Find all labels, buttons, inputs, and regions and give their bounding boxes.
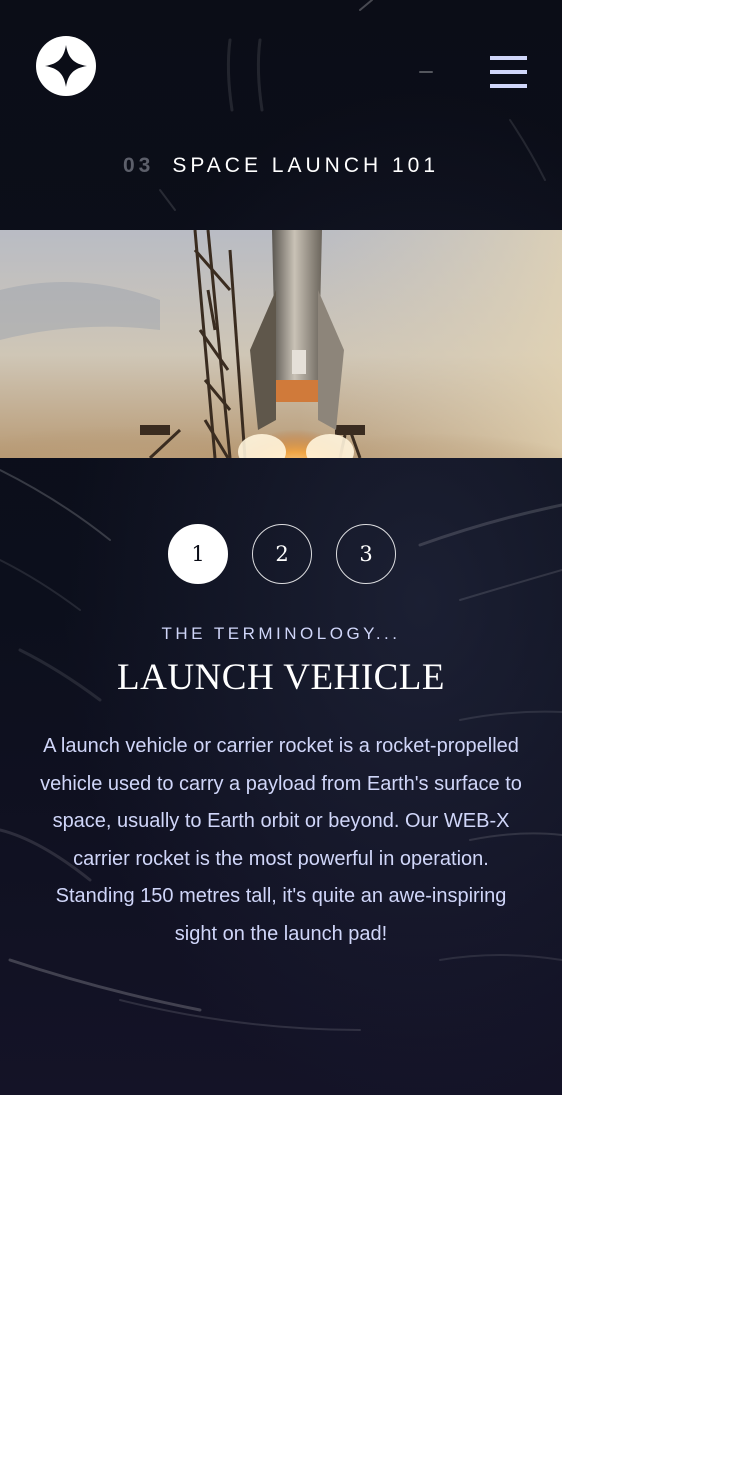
- slide-pager: 1 2 3: [168, 524, 396, 584]
- page-heading: 03 SPACE LAUNCH 101: [0, 154, 562, 178]
- technology-description: A launch vehicle or carrier rocket is a …: [40, 735, 522, 945]
- star-logo-icon[interactable]: [36, 36, 96, 96]
- menu-bar: [490, 84, 527, 88]
- page-heading-label: SPACE LAUNCH 101: [172, 154, 440, 177]
- page-number: 03: [122, 154, 155, 177]
- menu-bar: [490, 56, 527, 60]
- technology-page: 03 SPACE LAUNCH 101 1 2 3 THE TERMINOLOG…: [0, 0, 562, 1095]
- pager-button-2[interactable]: 2: [252, 524, 312, 584]
- pager-button-3[interactable]: 3: [336, 524, 396, 584]
- terminology-eyebrow: THE TERMINOLOGY...: [161, 624, 401, 643]
- technology-title: LAUNCH VEHICLE: [117, 657, 445, 698]
- rocket-launch-image: [0, 230, 562, 458]
- menu-bar: [490, 70, 527, 74]
- hamburger-menu-icon[interactable]: [490, 56, 527, 89]
- pager-button-1[interactable]: 1: [168, 524, 228, 584]
